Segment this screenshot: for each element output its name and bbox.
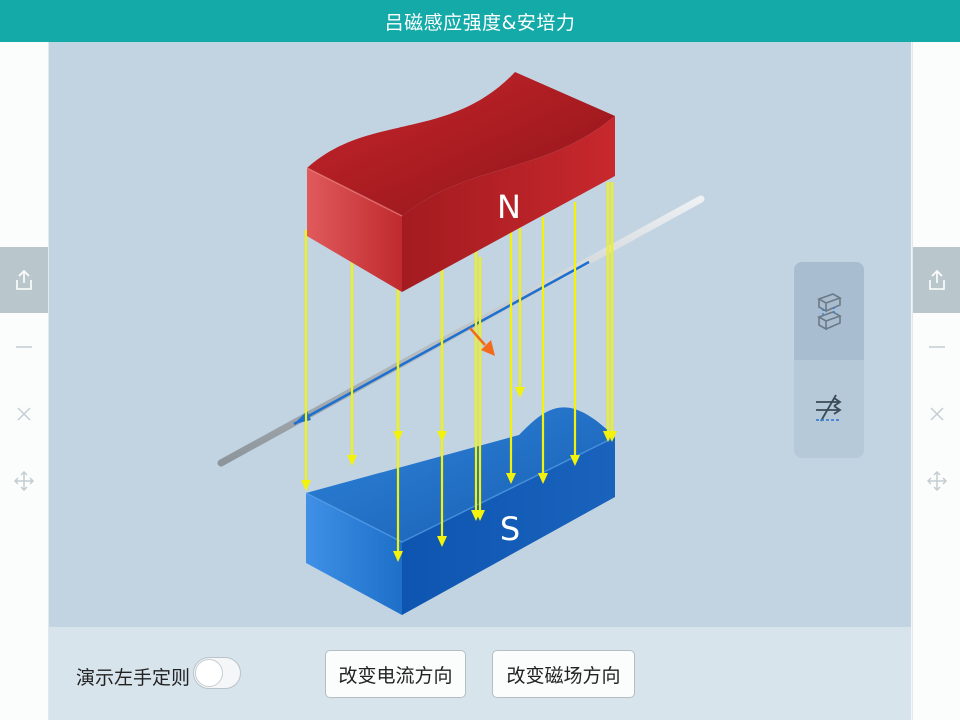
close-icon — [17, 407, 31, 421]
field-line-arrowhead — [437, 431, 447, 442]
field-lines-icon — [816, 394, 842, 422]
share-icon — [929, 269, 945, 290]
field-line-arrowhead — [515, 387, 525, 398]
close-button-left[interactable] — [0, 394, 48, 434]
right-sidebar — [912, 42, 960, 720]
north-pole-magnet — [306, 72, 615, 292]
close-button-right[interactable] — [913, 394, 960, 434]
minimize-button-left[interactable] — [0, 327, 48, 367]
north-pole-label: N — [497, 188, 521, 226]
reverse-current-button[interactable]: 改变电流方向 — [325, 650, 466, 698]
field-line-arrowhead — [347, 455, 357, 466]
south-pole-label: S — [500, 510, 520, 548]
field-view-button[interactable] — [794, 360, 864, 458]
share-button-left[interactable] — [0, 247, 48, 313]
move-button-left[interactable] — [0, 461, 48, 501]
share-button-right[interactable] — [913, 247, 960, 313]
field-line-arrowhead — [301, 480, 311, 491]
move-button-right[interactable] — [913, 461, 960, 501]
share-icon — [16, 269, 32, 290]
magnet-view-button[interactable] — [794, 262, 864, 360]
left-sidebar — [0, 42, 49, 720]
minimize-button-right[interactable] — [913, 327, 960, 367]
ampere-force-arrow — [469, 327, 495, 356]
move-icon — [13, 470, 35, 492]
move-icon — [926, 470, 948, 492]
minimize-icon — [16, 346, 32, 348]
left-hand-rule-label: 演示左手定则 — [76, 667, 191, 689]
reverse-field-button[interactable]: 改变磁场方向 — [492, 650, 635, 698]
close-icon — [930, 407, 944, 421]
magnet-block-icon — [817, 293, 842, 331]
view-tool-panel — [794, 262, 864, 458]
control-bar: 演示左手定则 改变电流方向 改变磁场方向 — [49, 627, 911, 720]
minimize-icon — [929, 346, 945, 348]
title-bar: 吕磁感应强度&安培力 — [0, 0, 960, 42]
simulation-stage: N S — [49, 42, 911, 627]
left-hand-rule-toggle[interactable] — [193, 657, 241, 689]
toggle-knob — [195, 659, 223, 687]
app-title: 吕磁感应强度&安培力 — [384, 11, 576, 34]
magnet-scene: N S — [217, 72, 705, 615]
